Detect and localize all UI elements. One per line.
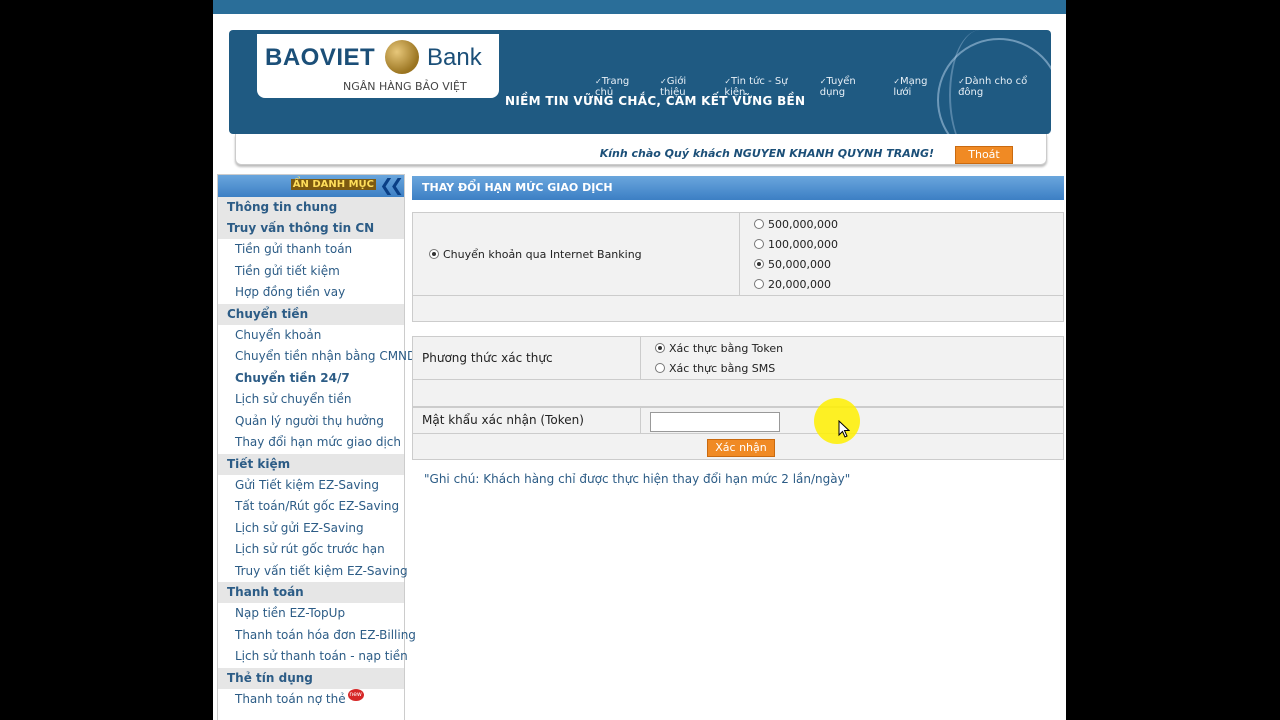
sidebar-item-loan-contract[interactable]: Hợp đồng tiền vay (218, 282, 404, 304)
limit-radio-20m[interactable] (754, 279, 764, 289)
limit-option-500m[interactable]: 500,000,000 (754, 215, 838, 235)
sidebar-section-general[interactable]: Thông tin chung (218, 197, 404, 218)
token-row: Mật khẩu xác nhận (Token) (413, 407, 1063, 434)
sidebar-item-transfer[interactable]: Chuyển khoản (218, 325, 404, 347)
sidebar-item-savings-deposit[interactable]: Tiền gửi tiết kiệm (218, 261, 404, 283)
sidebar-section-inquiry[interactable]: Truy vấn thông tin CN (218, 218, 404, 239)
auth-option-sms[interactable]: Xác thực bằng SMS (655, 359, 783, 379)
auth-method-label: Phương thức xác thực (422, 351, 553, 365)
limit-radio-50m[interactable] (754, 259, 764, 269)
auth-options: Xác thực bằng Token Xác thực bằng SMS (655, 339, 783, 379)
sidebar-item-ez-billing[interactable]: Thanh toán hóa đơn EZ-Billing (218, 625, 416, 647)
logo-subtitle: NGÂN HÀNG BẢO VIỆT (343, 80, 467, 93)
sidebar-item-transfer-247[interactable]: Chuyển tiền 24/7 (218, 368, 404, 390)
logo-globe-icon (385, 40, 419, 74)
logo[interactable]: BAOVIET Bank NGÂN HÀNG BẢO VIỆT (257, 34, 499, 98)
transfer-type-option[interactable]: Chuyển khoản qua Internet Banking (429, 245, 642, 265)
auth-option-token[interactable]: Xác thực bằng Token (655, 339, 783, 359)
transfer-type-cell: Chuyển khoản qua Internet Banking (413, 213, 740, 296)
sidebar-section-payment[interactable]: Thanh toán (218, 582, 404, 603)
sidebar-item-transfer-id[interactable]: Chuyển tiền nhận bằng CMND (218, 346, 416, 368)
limit-option-100m[interactable]: 100,000,000 (754, 235, 838, 255)
divider (640, 408, 641, 433)
spacer-row (413, 379, 1063, 407)
limit-radio-100m[interactable] (754, 239, 764, 249)
sidebar-item-card-payment[interactable]: Thanh toán nợ thẻ new (218, 688, 404, 711)
sidebar-item-ez-topup[interactable]: Nạp tiền EZ-TopUp (218, 603, 404, 625)
cursor-highlight (814, 398, 860, 444)
sidebar-item-ez-saving-withdraw[interactable]: Tất toán/Rút gốc EZ-Saving (218, 496, 404, 518)
confirm-button[interactable]: Xác nhận (707, 439, 775, 457)
limit-options: 500,000,000 100,000,000 50,000,000 20,00… (754, 215, 838, 295)
limit-form: Chuyển khoản qua Internet Banking 500,00… (412, 212, 1064, 322)
sidebar-header: ẨN DANH MỤC ❮❮ (218, 175, 404, 197)
token-label: Mật khẩu xác nhận (Token) (422, 413, 584, 427)
limit-radio-500m[interactable] (754, 219, 764, 229)
sidebar-item-ez-saving-inquiry[interactable]: Truy vấn tiết kiệm EZ-Saving (218, 561, 408, 583)
limit-label-50m: 50,000,000 (768, 258, 831, 271)
auth-label-token: Xác thực bằng Token (669, 342, 784, 355)
sidebar-item-ez-saving-deposit[interactable]: Gửi Tiết kiệm EZ-Saving (218, 475, 404, 497)
limit-option-20m[interactable]: 20,000,000 (754, 275, 838, 295)
auth-method-row: Phương thức xác thực Xác thực bằng Token… (413, 337, 1063, 380)
auth-form: Phương thức xác thực Xác thực bằng Token… (412, 336, 1064, 460)
header-banner: BAOVIET Bank NGÂN HÀNG BẢO VIỆT Trang ch… (229, 30, 1051, 134)
logo-bank-text: Bank (427, 44, 482, 71)
divider (640, 337, 641, 379)
limit-option-50m[interactable]: 50,000,000 (754, 255, 838, 275)
sidebar-section-transfer[interactable]: Chuyển tiền (218, 303, 404, 325)
new-badge-icon: new (347, 688, 364, 701)
top-strip (213, 0, 1066, 14)
slogan: NIỀM TIN VỮNG CHẮC, CAM KẾT VỮNG BỀN (505, 94, 806, 108)
sidebar-section-savings[interactable]: Tiết kiệm (218, 453, 404, 475)
note-text: "Ghi chú: Khách hàng chỉ được thực hiện … (424, 472, 851, 486)
sidebar-menu: ẨN DANH MỤC ❮❮ Thông tin chung Truy vấn … (217, 174, 416, 720)
welcome-message: Kính chào Quý khách NGUYEN KHANH QUYNH T… (599, 147, 934, 160)
limit-label-500m: 500,000,000 (768, 218, 838, 231)
token-input[interactable] (650, 412, 780, 432)
welcome-bar: Kính chào Quý khách NGUYEN KHANH QUYNH T… (235, 134, 1047, 165)
sidebar-item-change-limit[interactable]: Thay đổi hạn mức giao dịch (218, 432, 404, 454)
main-content: THAY ĐỔI HẠN MỨC GIAO DỊCH Chuyển khoản … (412, 176, 1064, 486)
logout-button[interactable]: Thoát (955, 146, 1013, 164)
auth-label-sms: Xác thực bằng SMS (669, 362, 776, 375)
transfer-type-radio[interactable] (429, 249, 439, 259)
nav-careers[interactable]: Tuyển dụng (820, 76, 882, 98)
sidebar-item-card-payment-label: Thanh toán nợ thẻ (235, 691, 346, 706)
collapse-chevron-icon[interactable]: ❮❮ (380, 176, 404, 196)
sidebar-item-transfer-history[interactable]: Lịch sử chuyển tiền (218, 389, 404, 411)
limit-label-100m: 100,000,000 (768, 238, 838, 251)
sidebar-item-payment-deposit[interactable]: Tiền gửi thanh toán (218, 239, 404, 261)
limit-label-20m: 20,000,000 (768, 278, 831, 291)
page: BAOVIET Bank NGÂN HÀNG BẢO VIỆT Trang ch… (213, 0, 1066, 720)
sidebar-item-early-withdraw-history[interactable]: Lịch sử rút gốc trước hạn (218, 539, 404, 561)
hide-menu-button[interactable]: ẨN DANH MỤC (290, 179, 376, 190)
limit-options-cell: 500,000,000 100,000,000 50,000,000 20,00… (740, 213, 1063, 296)
page-title: THAY ĐỔI HẠN MỨC GIAO DỊCH (412, 176, 1064, 200)
mouse-pointer-icon (838, 420, 850, 438)
transfer-type-label: Chuyển khoản qua Internet Banking (443, 248, 642, 261)
sidebar-item-ez-saving-history[interactable]: Lịch sử gửi EZ-Saving (218, 518, 404, 540)
sidebar-section-credit-card[interactable]: Thẻ tín dụng (218, 667, 404, 689)
sidebar-item-beneficiaries[interactable]: Quản lý người thụ hưởng (218, 411, 404, 433)
auth-radio-token[interactable] (655, 343, 665, 353)
logo-text: BAOVIET (265, 44, 376, 71)
auth-radio-sms[interactable] (655, 363, 665, 373)
sidebar-item-payment-history[interactable]: Lịch sử thanh toán - nạp tiền (218, 646, 408, 668)
